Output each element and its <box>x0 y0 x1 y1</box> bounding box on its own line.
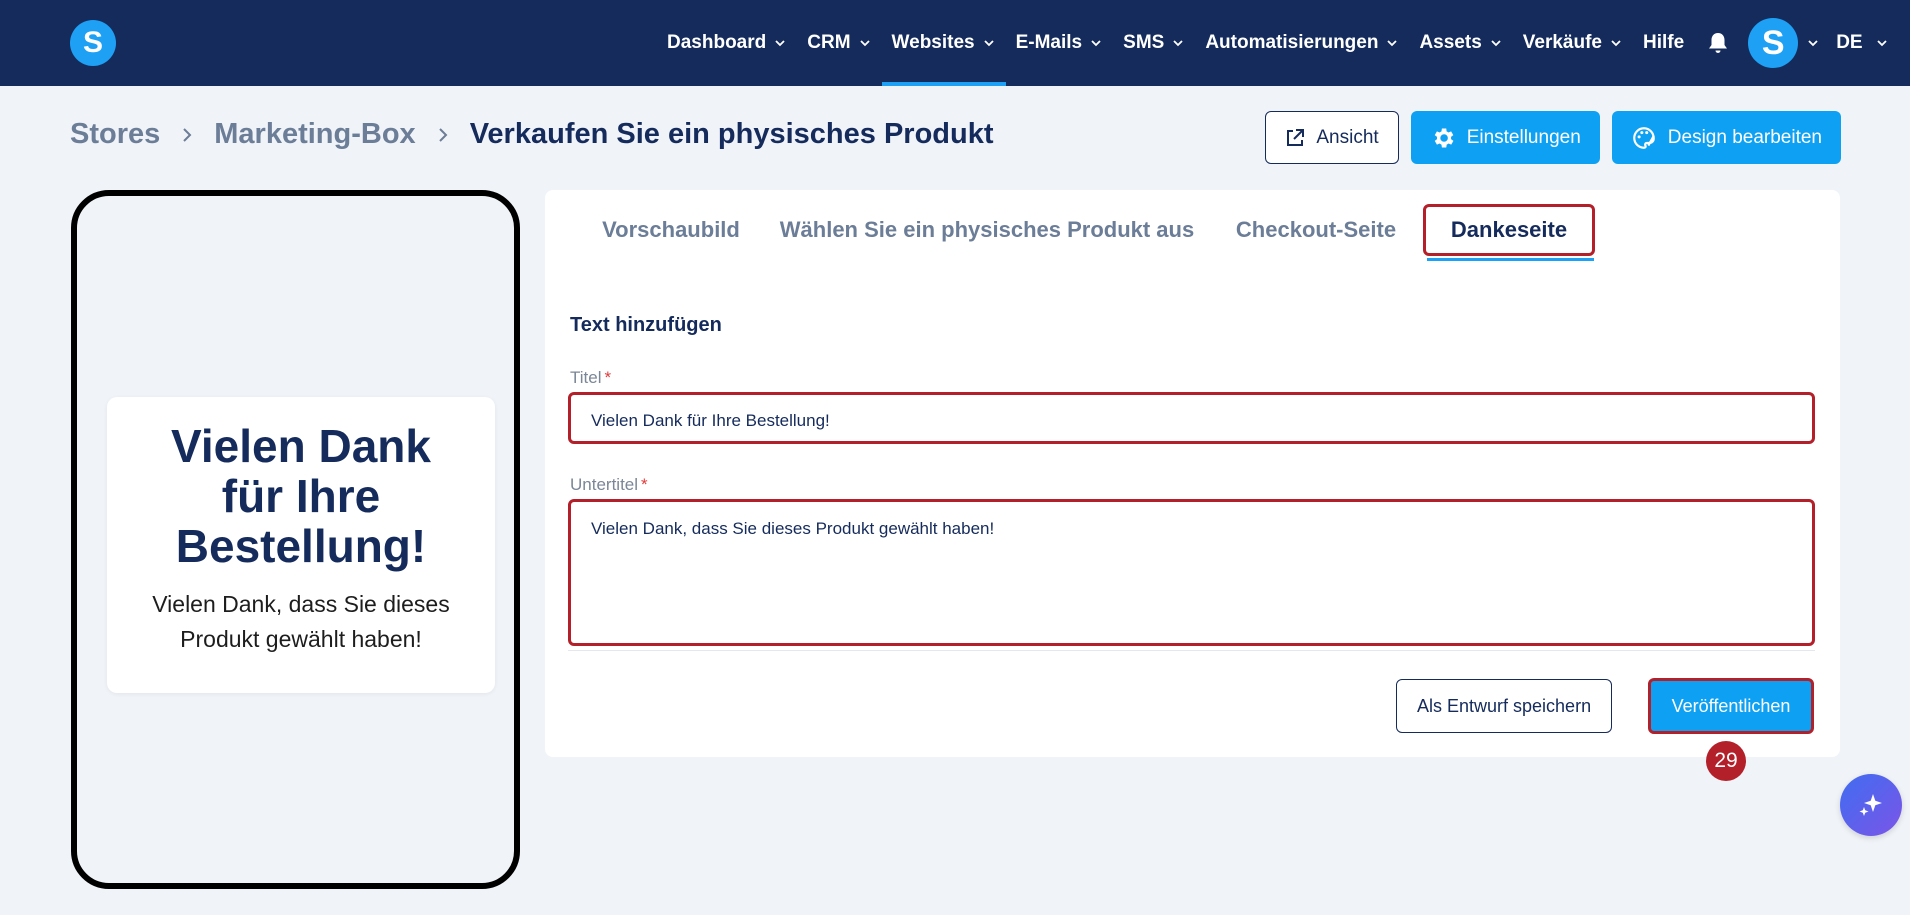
settings-button[interactable]: Einstellungen <box>1410 111 1600 164</box>
external-link-icon <box>1287 128 1305 146</box>
chevron-right-icon <box>183 127 192 142</box>
language-selector[interactable]: DE <box>1836 0 1896 86</box>
view-button[interactable]: Ansicht <box>1265 111 1399 164</box>
nav-emails[interactable]: E-Mails <box>1006 0 1114 86</box>
save-draft-button[interactable]: Als Entwurf speichern <box>1396 679 1613 733</box>
tab-label: Wählen Sie ein physisches Produkt aus <box>779 217 1195 242</box>
title-input-value: Vielen Dank für Ihre Bestellung! <box>591 411 830 430</box>
settings-button-label: Einstellungen <box>1466 126 1581 148</box>
nav-websites[interactable]: Websites <box>881 0 1006 86</box>
subtitle-textarea-value: Vielen Dank, dass Sie dieses Produkt gew… <box>591 519 995 538</box>
nav-sales-label: Verkäufe <box>1522 32 1603 53</box>
nav-automations-label: Automatisierungen <box>1205 32 1379 53</box>
nav-crm[interactable]: CRM <box>797 0 881 86</box>
preview-subtitle: Vielen Dank, dass Sie dieses Produkt gew… <box>152 591 450 652</box>
step-badge: 29 <box>1706 741 1746 781</box>
main-menu: Dashboard CRM Websites E-Mails SMS Autom… <box>657 0 1897 86</box>
tab-select-physical-product[interactable]: Wählen Sie ein physisches Produkt aus <box>779 204 1195 256</box>
section-title: Text hinzufügen <box>570 314 722 336</box>
tab-label: Checkout-Seite <box>1235 217 1397 242</box>
required-marker: * <box>641 475 648 494</box>
title-label-text: Titel <box>570 368 602 387</box>
tab-label: Dankeseite <box>1450 217 1568 242</box>
tab-label: Vorschaubild <box>602 217 740 242</box>
nav-sms-label: SMS <box>1123 32 1165 53</box>
chevron-down-icon <box>1091 40 1101 47</box>
publish-button[interactable]: Veröffentlichen <box>1648 678 1814 734</box>
design-edit-button[interactable]: Design bearbeiten <box>1611 111 1841 164</box>
nav-assets-label: Assets <box>1419 32 1482 53</box>
gear-icon <box>1434 127 1454 148</box>
preview-title: Vielen Dank für Ihre Bestellung! <box>171 420 431 572</box>
divider <box>568 650 1815 651</box>
chevron-down-icon <box>1491 40 1501 47</box>
tab-checkout-page[interactable]: Checkout-Seite <box>1231 204 1401 256</box>
nav-websites-label: Websites <box>891 32 975 53</box>
palette-icon <box>1632 126 1655 149</box>
notifications-button[interactable] <box>1694 0 1742 86</box>
preview-card: Vielen Dank für Ihre Bestellung! Vielen … <box>107 397 495 693</box>
nav-help-label: Hilfe <box>1643 32 1685 53</box>
phone-preview: Vielen Dank für Ihre Bestellung! Vielen … <box>71 190 520 889</box>
subtitle-field-label: Untertitel * <box>570 475 648 495</box>
top-navigation: S Dashboard CRM Websites E-Mails SMS Aut… <box>0 0 1910 86</box>
nav-crm-label: CRM <box>807 32 851 53</box>
view-button-label: Ansicht <box>1316 126 1379 148</box>
app-logo[interactable]: S <box>70 20 116 66</box>
title-field-label: Titel * <box>570 368 611 388</box>
chevron-down-icon <box>983 40 994 47</box>
avatar[interactable]: S <box>1748 18 1799 68</box>
chevron-down-icon <box>1387 40 1398 47</box>
nav-assets[interactable]: Assets <box>1409 0 1512 86</box>
nav-sales[interactable]: Verkäufe <box>1513 0 1633 86</box>
tab-bar: Vorschaubild Wählen Sie ein physisches P… <box>545 190 1840 270</box>
breadcrumb-marketing-box[interactable]: Marketing-Box <box>214 118 415 151</box>
breadcrumb: Stores Marketing-Box Verkaufen Sie ein p… <box>70 118 994 151</box>
nav-automations[interactable]: Automatisierungen <box>1195 0 1409 86</box>
page-title: Verkaufen Sie ein physisches Produkt <box>469 118 994 150</box>
nav-dashboard-label: Dashboard <box>667 32 767 53</box>
header-actions: Ansicht Einstellungen Design bearbeiten <box>1265 111 1841 164</box>
design-edit-button-label: Design bearbeiten <box>1667 126 1822 148</box>
title-input[interactable]: Vielen Dank für Ihre Bestellung! <box>568 392 1815 444</box>
active-tab-indicator <box>1427 258 1594 261</box>
nav-emails-label: E-Mails <box>1015 32 1083 53</box>
required-marker: * <box>604 368 612 387</box>
language-label: DE <box>1836 32 1863 53</box>
chevron-down-icon <box>1173 40 1183 47</box>
nav-sms[interactable]: SMS <box>1113 0 1195 86</box>
tab-thank-you-page[interactable]: Dankeseite <box>1423 204 1595 256</box>
breadcrumb-stores[interactable]: Stores <box>70 118 160 151</box>
chevron-down-icon <box>1611 40 1621 47</box>
tab-preview-image[interactable]: Vorschaubild <box>595 204 747 256</box>
chevron-down-icon <box>775 40 785 47</box>
sparkle-icon <box>1859 794 1882 816</box>
ai-assistant-button[interactable] <box>1840 774 1902 836</box>
chevron-down-icon <box>859 40 870 47</box>
editor-panel: Vorschaubild Wählen Sie ein physisches P… <box>545 190 1840 757</box>
subtitle-textarea[interactable]: Vielen Dank, dass Sie dieses Produkt gew… <box>568 499 1815 646</box>
bell-icon <box>1709 33 1728 53</box>
nav-help[interactable]: Hilfe <box>1633 0 1694 86</box>
subtitle-label-text: Untertitel <box>570 475 639 494</box>
nav-dashboard[interactable]: Dashboard <box>657 0 797 86</box>
chevron-down-icon <box>1876 40 1887 47</box>
chevron-right-icon <box>438 127 448 142</box>
chevron-down-icon[interactable] <box>1806 36 1820 50</box>
